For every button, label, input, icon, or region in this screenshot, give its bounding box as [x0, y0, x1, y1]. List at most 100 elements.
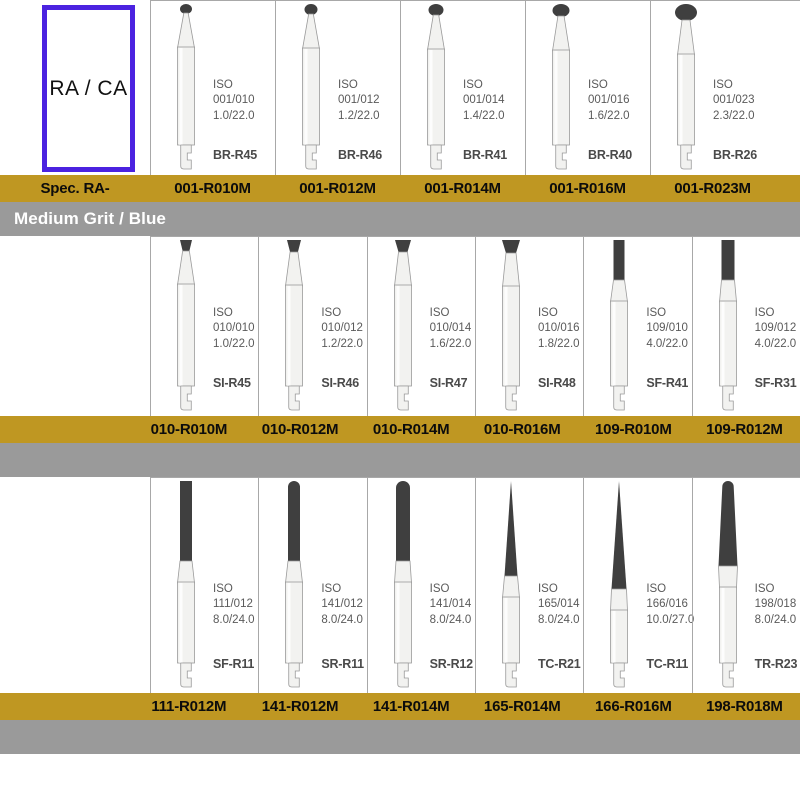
ra-ca-legend-box: RA / CA	[42, 5, 135, 172]
iso-label: ISO	[213, 79, 233, 91]
bur-cell[interactable]: ISO 010/016 1.8/22.0 SI-R48	[474, 236, 583, 416]
ra-ca-label: RA / CA	[49, 76, 128, 100]
row-2-separator-bar	[0, 443, 800, 477]
bur-cell[interactable]: ISO 198/018 8.0/24.0 TR-R23	[691, 477, 800, 693]
bur-cell[interactable]: ISO 111/012 8.0/24.0 SF-R11	[150, 477, 258, 693]
bur-iso-info: ISO 010/014 1.6/22.0	[430, 306, 472, 352]
iso-label: ISO	[213, 307, 233, 319]
row-3-cells: ISO 111/012 8.0/24.0 SF-R11 ISO 141/012 8.0/24…	[150, 477, 800, 693]
bur-illustration	[282, 0, 340, 175]
bur-cell[interactable]: ISO 001/016 1.6/22.0 BR-R40	[525, 0, 650, 175]
iso-label: ISO	[463, 79, 483, 91]
order-code-label[interactable]: 010-R010M	[133, 416, 244, 443]
iso-label: ISO	[754, 307, 775, 319]
iso-dimensions: 8.0/24.0	[321, 613, 363, 626]
bur-product-code: SF-R11	[213, 657, 255, 671]
order-bar-first-label	[0, 693, 133, 720]
iso-dimensions: 1.2/22.0	[338, 109, 380, 122]
bur-illustration	[157, 236, 215, 416]
bur-iso-info: ISO 165/014 8.0/24.0	[538, 582, 580, 628]
iso-dimensions: 1.8/22.0	[537, 337, 580, 350]
bur-product-code: TC-R11	[646, 657, 689, 671]
bur-row-3: ISO 111/012 8.0/24.0 SF-R11 ISO 141/012 8.0/24…	[0, 477, 800, 693]
bur-catalog-sheet: RA / CA ISO 001/010 1.0/22.0 BR-R45 ISO 001/0…	[0, 0, 800, 800]
iso-code: 001/014	[463, 94, 505, 107]
iso-dimensions: 4.0/22.0	[646, 337, 688, 350]
iso-code: 010/016	[537, 322, 580, 335]
bur-illustration	[374, 477, 432, 693]
bur-product-code: SF-R31	[754, 376, 797, 390]
order-code-label[interactable]: 198-R018M	[689, 693, 800, 720]
bur-cell[interactable]: ISO 010/014 1.6/22.0 SI-R47	[366, 236, 475, 416]
iso-label: ISO	[429, 583, 450, 595]
iso-code: 141/014	[429, 598, 472, 611]
order-code-label[interactable]: 165-R014M	[467, 693, 578, 720]
order-code-label[interactable]: 141-R014M	[356, 693, 467, 720]
iso-dimensions: 10.0/27.0	[646, 613, 695, 626]
iso-dimensions: 2.3/22.0	[713, 109, 755, 122]
iso-dimensions: 1.2/22.0	[321, 337, 363, 350]
order-code-label[interactable]: 010-R014M	[356, 416, 467, 443]
iso-dimensions: 1.0/22.0	[213, 337, 255, 350]
order-code-label[interactable]: 001-R016M	[525, 175, 650, 202]
bur-cell[interactable]: ISO 010/010 1.0/22.0 SI-R45	[150, 236, 258, 416]
bur-cell[interactable]: ISO 109/010 4.0/22.0 SF-R41	[583, 236, 691, 416]
bur-iso-info: ISO 198/018 8.0/24.0	[755, 582, 797, 628]
bur-product-code: BR-R41	[463, 148, 507, 162]
bur-illustration	[590, 236, 648, 416]
order-code-label[interactable]: 166-R016M	[578, 693, 689, 720]
iso-label: ISO	[646, 583, 667, 595]
iso-code: 010/010	[213, 322, 255, 335]
bur-cell[interactable]: ISO 001/014 1.4/22.0 BR-R41	[400, 0, 525, 175]
bur-iso-info: ISO 001/023 2.3/22.0	[713, 78, 755, 124]
bur-product-code: BR-R40	[588, 148, 632, 162]
iso-code: 166/016	[646, 598, 688, 611]
bur-cell[interactable]: ISO 141/012 8.0/24.0 SR-R11	[258, 477, 366, 693]
bur-illustration	[699, 236, 757, 416]
bur-iso-info: ISO 001/010 1.0/22.0	[213, 78, 255, 124]
bur-product-code: SI-R45	[213, 376, 251, 390]
iso-label: ISO	[646, 307, 667, 319]
order-code-label[interactable]: 010-R012M	[244, 416, 355, 443]
bur-illustration	[482, 477, 540, 693]
iso-code: 010/012	[321, 322, 363, 335]
bur-illustration	[157, 0, 215, 175]
bur-iso-info: ISO 109/012 4.0/22.0	[755, 306, 797, 352]
bur-cell[interactable]: ISO 001/012 1.2/22.0 BR-R46	[275, 0, 400, 175]
iso-code: 165/014	[537, 598, 580, 611]
bur-cell[interactable]: ISO 166/016 10.0/27.0 TC-R11	[583, 477, 695, 693]
iso-label: ISO	[321, 583, 342, 595]
order-code-label[interactable]: 109-R012M	[689, 416, 800, 443]
iso-code: 198/018	[754, 598, 797, 611]
row-3-order-bar: 111-R012M 141-R012M 141-R014M 165-R014M 166-…	[0, 693, 800, 720]
order-code-label[interactable]: 109-R010M	[578, 416, 689, 443]
bur-illustration	[590, 477, 648, 693]
order-code-label[interactable]: 001-R014M	[400, 175, 525, 202]
iso-dimensions: 8.0/24.0	[537, 613, 580, 626]
iso-dimensions: 1.6/22.0	[588, 109, 630, 122]
iso-code: 109/012	[754, 322, 797, 335]
bur-cell[interactable]: ISO 141/014 8.0/24.0 SR-R12	[366, 477, 475, 693]
iso-label: ISO	[321, 307, 342, 319]
iso-code: 001/012	[338, 94, 380, 107]
order-code-label[interactable]: 141-R012M	[244, 693, 355, 720]
bur-cell[interactable]: ISO 001/023 2.3/22.0 BR-R26	[650, 0, 775, 175]
order-code-label[interactable]: 001-R023M	[650, 175, 775, 202]
iso-dimensions: 4.0/22.0	[754, 337, 797, 350]
bur-product-code: TR-R23	[754, 657, 798, 671]
order-code-label[interactable]: 001-R012M	[275, 175, 400, 202]
bur-cell[interactable]: ISO 001/010 1.0/22.0 BR-R45	[150, 0, 275, 175]
bur-cell[interactable]: ISO 109/012 4.0/22.0 SF-R31	[691, 236, 800, 416]
bur-product-code: BR-R46	[338, 148, 382, 162]
iso-code: 141/012	[321, 598, 363, 611]
iso-label: ISO	[429, 307, 450, 319]
bur-cell[interactable]: ISO 165/014 8.0/24.0 TC-R21	[474, 477, 583, 693]
bur-iso-info: ISO 001/012 1.2/22.0	[338, 78, 380, 124]
order-code-label[interactable]: 111-R012M	[133, 693, 244, 720]
iso-label: ISO	[537, 307, 558, 319]
order-code-label[interactable]: 010-R016M	[467, 416, 578, 443]
bur-iso-info: ISO 141/012 8.0/24.0	[321, 582, 363, 628]
iso-dimensions: 8.0/24.0	[213, 613, 255, 626]
bur-cell[interactable]: ISO 010/012 1.2/22.0 SI-R46	[258, 236, 366, 416]
order-code-label[interactable]: 001-R010M	[150, 175, 275, 202]
